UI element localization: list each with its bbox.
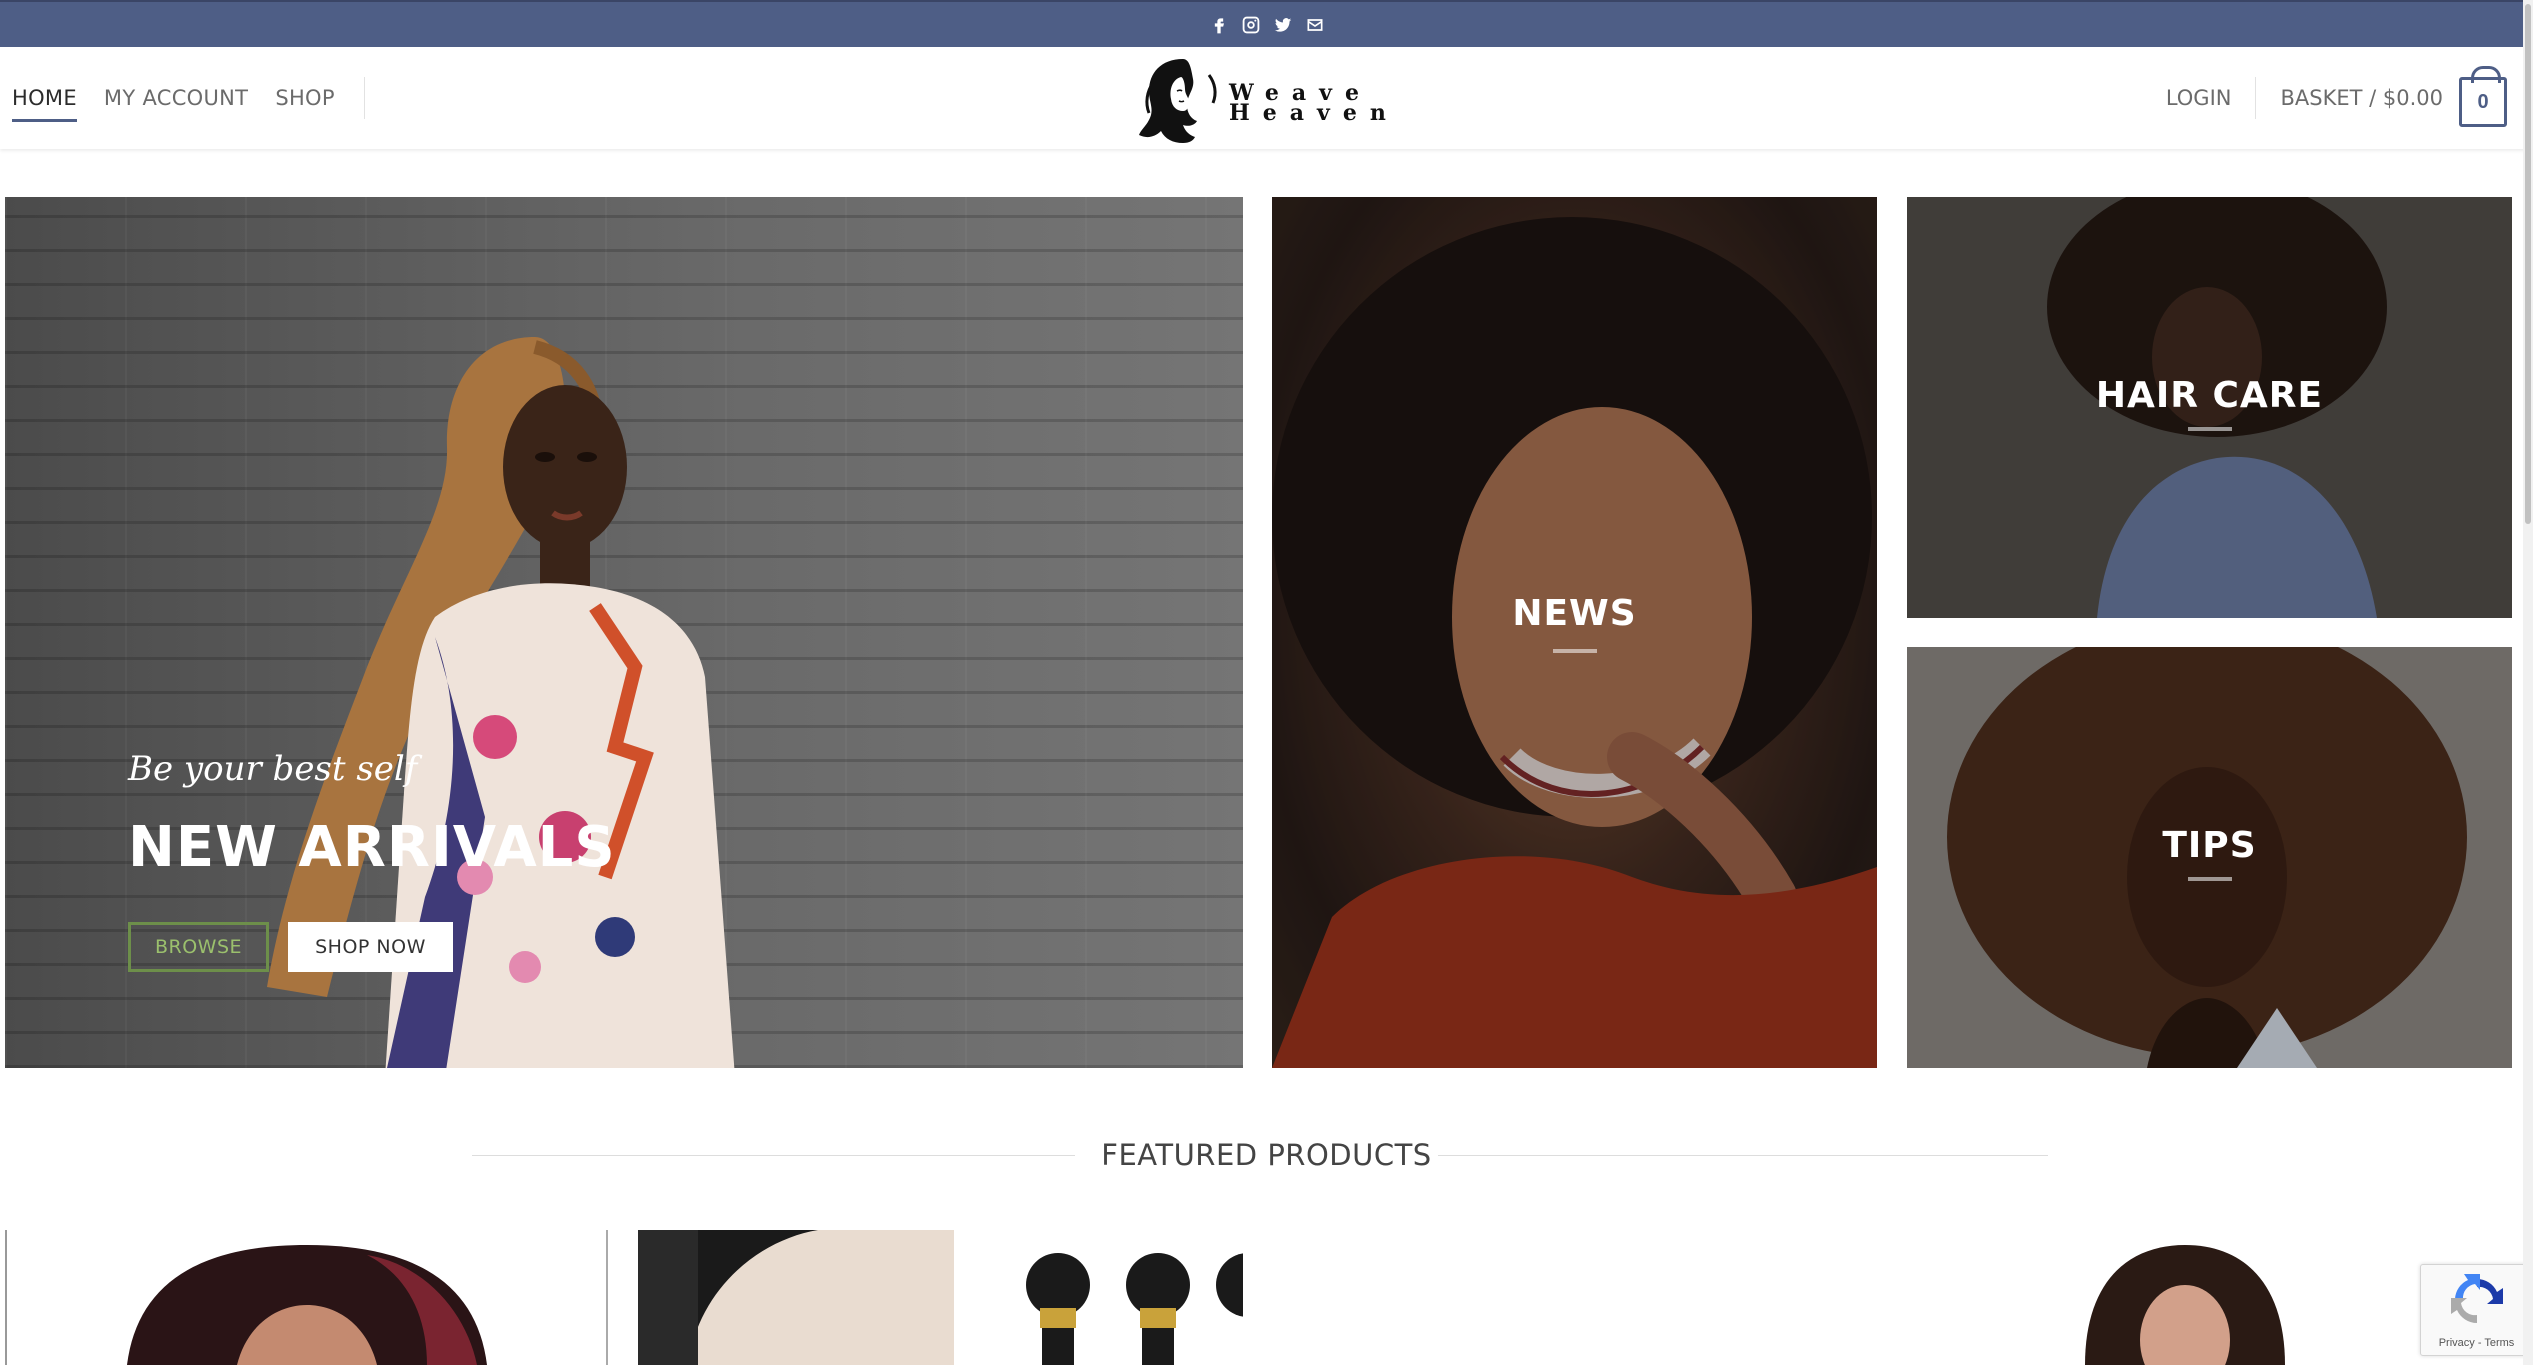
banner-hair-care[interactable]: HAIR CARE <box>1907 197 2512 618</box>
tips-label-underline <box>2187 877 2232 881</box>
hair-care-label: HAIR CARE <box>2095 375 2324 416</box>
banner-tagline: Be your best self <box>128 749 418 789</box>
header-actions: LOGIN BASKET / $0.00 0 <box>2166 47 2507 149</box>
product-image-curly-wig <box>2085 1245 2285 1365</box>
tips-label: TIPS <box>2162 825 2257 866</box>
banner-news[interactable]: NEWS <box>1272 197 1877 1068</box>
recaptcha-links[interactable]: Privacy - Terms <box>2421 1337 2532 1349</box>
product-card[interactable] <box>5 1230 608 1365</box>
recaptcha-icon <box>2451 1274 2503 1323</box>
basket-link[interactable]: BASKET / $0.00 <box>2280 86 2443 110</box>
site-header: HOME MY ACCOUNT SHOP Weave Heaven LOGIN … <box>0 47 2533 149</box>
banner-headline: NEW ARRIVALS <box>128 815 616 880</box>
browse-button[interactable]: BROWSE <box>128 922 269 972</box>
logo-wordmark: Weave Heaven <box>1229 82 1399 126</box>
page-scrollbar[interactable] <box>2523 0 2533 1365</box>
nav-item-my-account[interactable]: MY ACCOUNT <box>104 86 248 110</box>
instagram-icon[interactable] <box>1240 14 1262 36</box>
nav-item-home[interactable]: HOME <box>12 86 77 122</box>
scrollbar-thumb[interactable] <box>2525 4 2531 524</box>
facebook-icon[interactable] <box>1208 14 1230 36</box>
product-card[interactable] <box>638 1230 1243 1365</box>
woman-face-logo-icon <box>1139 59 1217 143</box>
recaptcha-badge[interactable]: Privacy - Terms <box>2420 1264 2533 1356</box>
featured-products-title: FEATURED PRODUCTS <box>1101 1138 1432 1172</box>
envelope-icon[interactable] <box>1304 14 1326 36</box>
site-logo[interactable]: Weave Heaven <box>1133 53 1386 145</box>
product-image-bundles <box>638 1230 1243 1365</box>
header-divider <box>2255 77 2257 119</box>
social-links <box>1208 14 1326 36</box>
main-nav: HOME MY ACCOUNT SHOP <box>12 47 365 149</box>
logo-line-2: Heaven <box>1229 100 1399 126</box>
nav-item-shop[interactable]: SHOP <box>275 86 335 110</box>
product-card[interactable] <box>1950 1230 2450 1365</box>
cart-count-badge[interactable]: 0 <box>2459 66 2507 127</box>
banner-new-arrivals[interactable]: Be your best self NEW ARRIVALS BROWSE SH… <box>5 197 1243 1068</box>
news-label: NEWS <box>1512 593 1637 634</box>
banner-tips[interactable]: TIPS <box>1907 647 2512 1068</box>
product-image-wig <box>127 1245 487 1365</box>
top-social-bar <box>0 0 2533 47</box>
login-link[interactable]: LOGIN <box>2166 86 2232 110</box>
twitter-icon[interactable] <box>1272 14 1294 36</box>
featured-divider-right <box>1438 1155 2048 1156</box>
news-label-underline <box>1552 649 1597 653</box>
hair-care-label-underline <box>2187 427 2232 431</box>
nav-divider <box>363 77 365 119</box>
shop-now-button[interactable]: SHOP NOW <box>288 922 453 972</box>
